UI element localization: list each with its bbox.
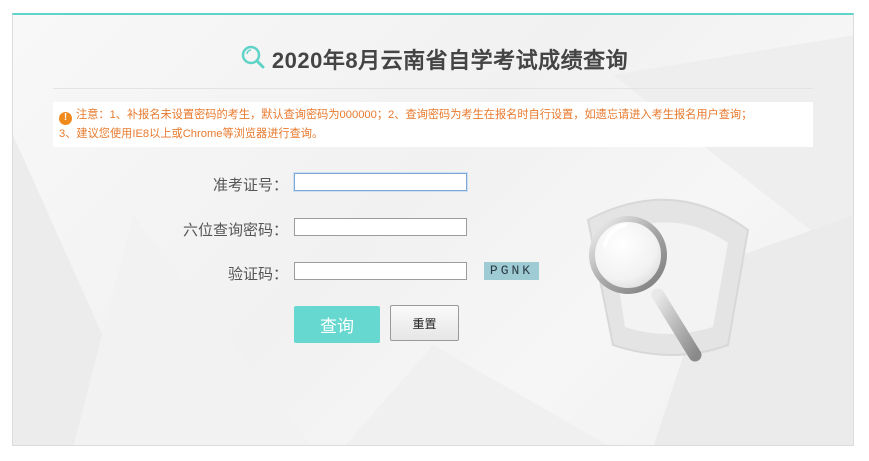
captcha-image[interactable]: PGNK — [484, 262, 539, 280]
page-title: 2020年8月云南省自学考试成绩查询 — [271, 48, 629, 73]
captcha-input[interactable] — [294, 262, 467, 280]
exclamation-icon: ! — [59, 111, 72, 125]
search-icon — [240, 44, 266, 75]
captcha-label: 验证码： — [227, 266, 288, 283]
password-input[interactable] — [294, 218, 467, 236]
notice-text-1: 注意：1、补报名未设置密码的考生，默认查询密码为000000；2、查询密码为考生… — [76, 109, 753, 121]
notice-text-2: 3、建议您使用IE8以上或Chrome等浏览器进行查询。 — [59, 127, 324, 140]
reset-button[interactable]: 重置 — [390, 305, 459, 341]
query-panel: 2020年8月云南省自学考试成绩查询 ! 注意：1、补报名未设置密码的考生，默认查… — [12, 13, 854, 446]
exam-id-label: 准考证号： — [212, 177, 288, 194]
password-label: 六位查询密码： — [182, 222, 288, 239]
title-divider — [53, 88, 813, 89]
exam-id-input[interactable] — [294, 173, 467, 191]
magnifier-illustration — [589, 216, 702, 362]
notice-line-1: ! 注意：1、补报名未设置密码的考生，默认查询密码为000000；2、查询密码为考… — [59, 106, 807, 125]
notice-box: ! 注意：1、补报名未设置密码的考生，默认查询密码为000000；2、查询密码为考… — [53, 102, 813, 147]
query-button[interactable]: 查询 — [294, 306, 380, 343]
page-title-row: 2020年8月云南省自学考试成绩查询 — [13, 43, 853, 75]
